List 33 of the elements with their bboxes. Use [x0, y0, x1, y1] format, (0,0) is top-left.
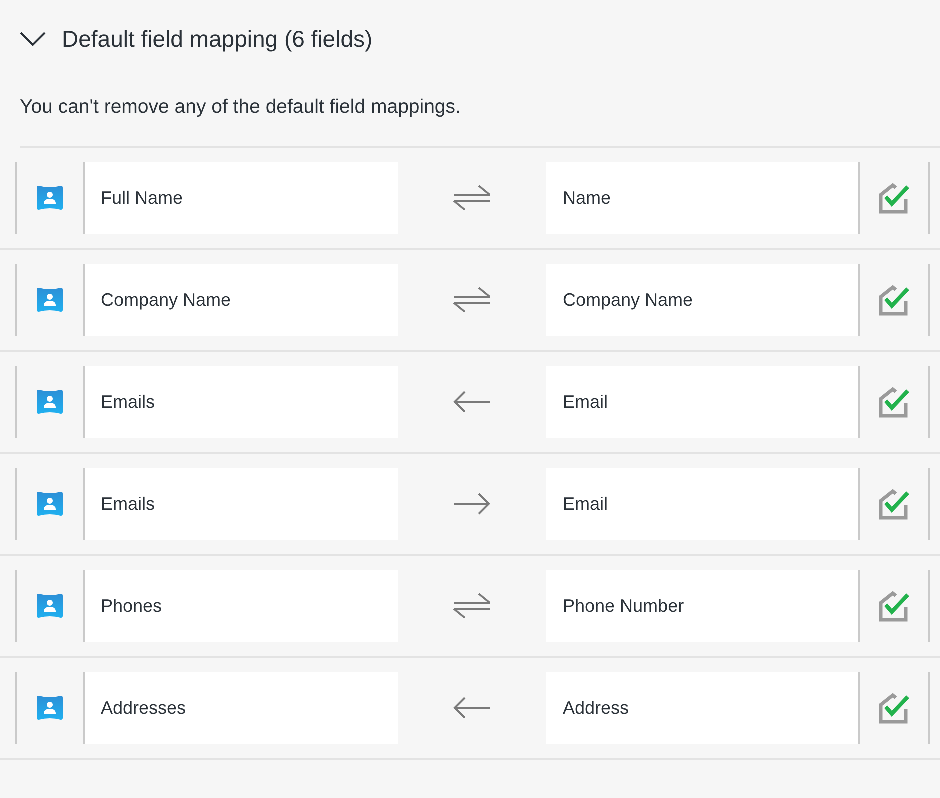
chevron-icon[interactable] [20, 31, 46, 47]
house-check-icon [878, 284, 910, 316]
left-arrow-icon [453, 391, 491, 413]
source-field: Addresses [83, 672, 398, 744]
contact-card-icon [37, 389, 63, 415]
target-field: Address [546, 672, 860, 744]
info-text: You can't remove any of the default field mappings. [20, 96, 461, 118]
two-way-arrows-icon [453, 287, 491, 313]
source-field: Emails [83, 468, 398, 540]
source-field: Phones [83, 570, 398, 642]
contact-card-icon [37, 491, 63, 517]
two-way-arrows-icon [453, 185, 491, 211]
house-check-icon [878, 386, 910, 418]
contact-card-icon [37, 593, 63, 619]
house-check-icon [878, 590, 910, 622]
source-field: Company Name [83, 264, 398, 336]
right-arrow-icon [453, 493, 491, 515]
contact-card-icon [37, 695, 63, 721]
section-title: Default field mapping (6 fields) [62, 25, 373, 54]
contact-card-icon [37, 185, 63, 211]
source-field: Emails [83, 366, 398, 438]
house-check-icon [878, 488, 910, 520]
source-field: Full Name [83, 162, 398, 234]
target-field: Company Name [546, 264, 860, 336]
left-arrow-icon [453, 697, 491, 719]
target-field: Phone Number [546, 570, 860, 642]
target-field: Email [546, 366, 860, 438]
contact-card-icon [37, 287, 63, 313]
house-check-icon [878, 692, 910, 724]
two-way-arrows-icon [453, 593, 491, 619]
house-check-icon [878, 182, 910, 214]
target-field: Email [546, 468, 860, 540]
target-field: Name [546, 162, 860, 234]
